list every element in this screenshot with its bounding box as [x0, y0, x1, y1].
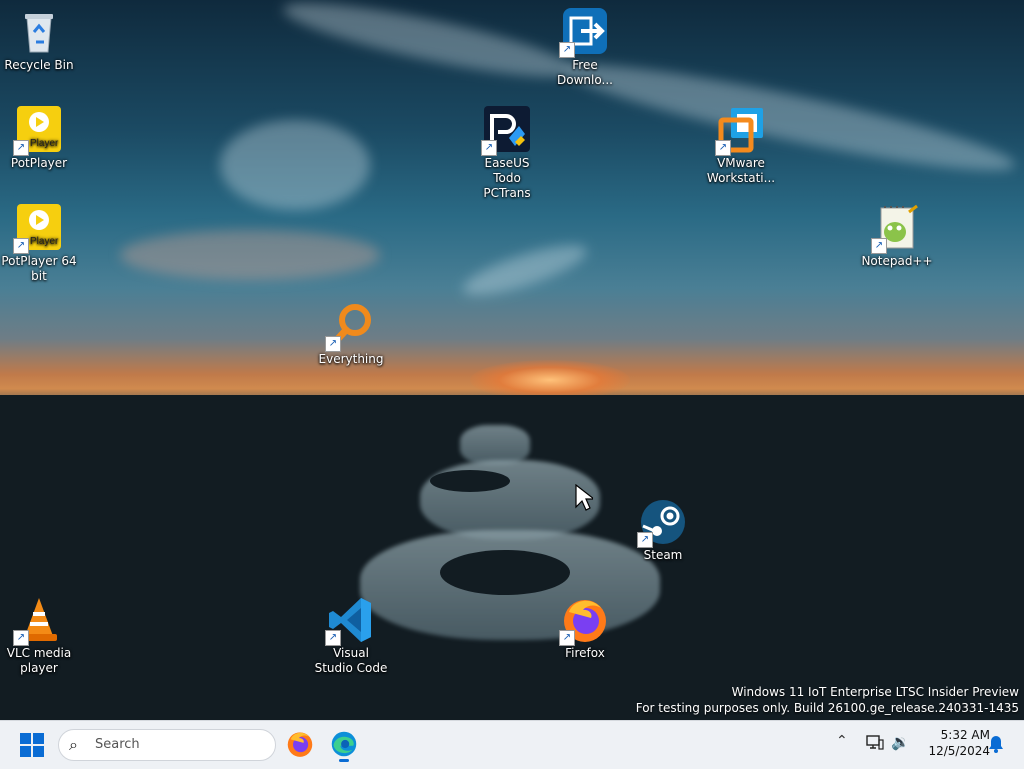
shortcut-arrow-icon: ↗ [13, 630, 29, 646]
wallpaper-river [460, 425, 530, 465]
wallpaper-sunset-glow [470, 360, 630, 400]
desktop-icon-label: Recycle Bin [4, 58, 74, 72]
shortcut-arrow-icon: ↗ [325, 630, 341, 646]
shortcut-arrow-icon: ↗ [715, 140, 731, 156]
firefox-icon: ↗ [559, 596, 609, 646]
potplayer-icon: Player ↗ [13, 106, 63, 156]
taskbar-search-box[interactable]: ⌕ Search [58, 729, 276, 761]
desktop-icon-label: Free Downlo... [557, 58, 613, 87]
desktop-icon-label: PotPlayer [10, 156, 68, 170]
desktop-icon-free-download-manager[interactable]: ↗ Free Downlo... [547, 8, 623, 88]
vmware-workstation-icon: ↗ [715, 106, 765, 156]
desktop-icon-label: Firefox [565, 646, 605, 660]
desktop-icon-vmware-workstation[interactable]: ↗ VMware Workstati... [703, 106, 779, 186]
desktop-icon-label: Notepad++ [861, 254, 933, 268]
notepad-plus-plus-icon: ↗ [871, 204, 921, 254]
taskbar-app-edge[interactable] [330, 730, 358, 762]
running-indicator [339, 759, 349, 762]
show-hidden-icons-chevron-icon[interactable]: ⌃ [836, 733, 848, 749]
taskbar-clock[interactable]: 5:32 AM 12/5/2024 [916, 727, 990, 759]
watermark-build: For testing purposes only. Build 26100.g… [635, 701, 1019, 715]
desktop: Recycle Bin Player ↗ PotPlayer Player ↗ … [0, 0, 1024, 720]
start-button[interactable] [20, 733, 44, 757]
shortcut-arrow-icon: ↗ [481, 140, 497, 156]
windows-watermark: Windows 11 IoT Enterprise LTSC Insider P… [636, 684, 1019, 716]
clock-date: 12/5/2024 [928, 744, 990, 758]
wallpaper-cloud [279, 0, 581, 91]
vlc-icon: ↗ [13, 596, 63, 646]
desktop-icon-vscode[interactable]: ↗ Visual Studio Code [313, 596, 389, 676]
shortcut-arrow-icon: ↗ [559, 630, 575, 646]
wallpaper-island [430, 470, 510, 492]
desktop-icon-recycle-bin[interactable]: Recycle Bin [1, 8, 77, 73]
desktop-icon-potplayer-64[interactable]: Player ↗ PotPlayer 64 bit [1, 204, 77, 284]
desktop-icon-label: PotPlayer 64 bit [1, 254, 77, 283]
shortcut-arrow-icon: ↗ [871, 238, 887, 254]
shortcut-arrow-icon: ↗ [13, 140, 29, 156]
desktop-icon-notepad-plus-plus[interactable]: ↗ Notepad++ [859, 204, 935, 269]
mouse-cursor-icon [575, 483, 596, 516]
wallpaper-cloud [560, 47, 1020, 188]
shortcut-arrow-icon: ↗ [559, 42, 575, 58]
recycle-bin-icon [15, 8, 63, 56]
network-icon[interactable] [866, 734, 884, 752]
taskbar-app-firefox[interactable] [286, 730, 314, 758]
firefox-icon [287, 732, 313, 757]
steam-icon: ↗ [637, 498, 687, 548]
shortcut-arrow-icon: ↗ [637, 532, 653, 548]
desktop-icon-label: Everything [318, 352, 384, 366]
desktop-icon-potplayer[interactable]: Player ↗ PotPlayer [1, 106, 77, 171]
notification-bell-icon[interactable] [988, 735, 1004, 753]
clock-time: 5:32 AM [940, 728, 990, 742]
wallpaper-cloud [458, 235, 592, 305]
shortcut-arrow-icon: ↗ [325, 336, 341, 352]
watermark-edition: Windows 11 IoT Enterprise LTSC Insider P… [731, 685, 1019, 699]
wallpaper-cloud [120, 230, 380, 280]
search-placeholder: Search [95, 737, 140, 752]
desktop-icon-label: EaseUS Todo PCTrans [483, 156, 531, 200]
desktop-icon-label: VLC media player [6, 646, 72, 675]
free-download-manager-icon: ↗ [559, 8, 609, 58]
everything-search-icon: ↗ [325, 302, 375, 352]
desktop-icon-label: VMware Workstati... [706, 156, 776, 185]
svg-text:Player: Player [30, 236, 59, 247]
easeus-todo-pctrans-icon: ↗ [481, 106, 531, 156]
taskbar: ⌕ Search ⌃ 🔉 5:32 AM 12/5/2024 [0, 720, 1024, 769]
desktop-icon-steam[interactable]: ↗ Steam [625, 498, 701, 563]
edge-icon [331, 731, 357, 757]
volume-icon[interactable]: 🔉 [891, 733, 910, 751]
desktop-icon-everything[interactable]: ↗ Everything [313, 302, 389, 367]
desktop-icon-label: Visual Studio Code [314, 646, 388, 675]
shortcut-arrow-icon: ↗ [13, 238, 29, 254]
wallpaper-island [440, 550, 570, 595]
desktop-icon-vlc[interactable]: ↗ VLC media player [1, 596, 77, 676]
svg-text:Player: Player [30, 138, 59, 149]
desktop-icon-label: Steam [643, 548, 683, 562]
vscode-icon: ↗ [325, 596, 375, 646]
desktop-icon-firefox[interactable]: ↗ Firefox [547, 596, 623, 661]
desktop-icon-easeus-todo-pctrans[interactable]: ↗ EaseUS Todo PCTrans [469, 106, 545, 201]
search-icon: ⌕ [69, 735, 78, 754]
potplayer-64-icon: Player ↗ [13, 204, 63, 254]
wallpaper-cloud [220, 120, 370, 210]
